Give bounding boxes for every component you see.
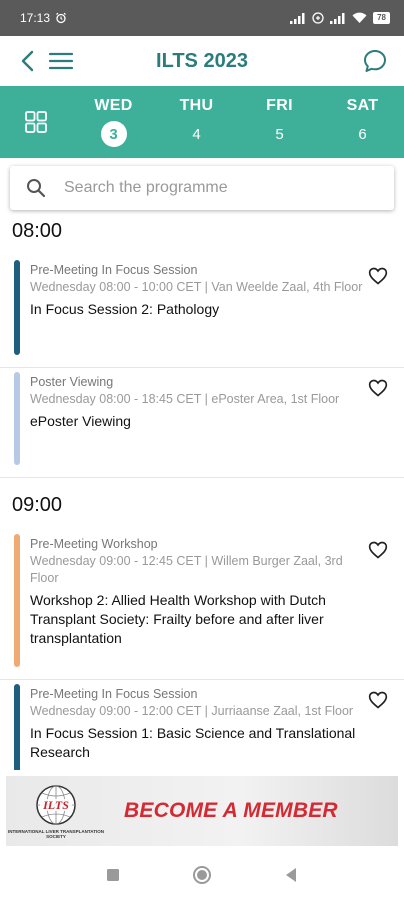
status-time: 17:13	[20, 11, 51, 25]
favorite-heart-icon[interactable]	[368, 690, 388, 710]
back-triangle-icon[interactable]	[284, 867, 298, 883]
session-type: Pre-Meeting In Focus Session	[30, 263, 198, 277]
tab-thu[interactable]: THU 4	[155, 86, 238, 158]
ilts-logo: ILTS INTERNATIONAL LIVER TRANSPLANTATION…	[6, 776, 106, 846]
tab-sat[interactable]: SAT 6	[321, 86, 404, 158]
session-meta: Wednesday 09:00 - 12:00 CET | Jurriaanse…	[30, 704, 354, 718]
session-card[interactable]: Poster Viewing Wednesday 08:00 - 18:45 C…	[0, 368, 404, 478]
session-type: Poster Viewing	[30, 375, 114, 389]
wifi-icon	[352, 12, 367, 23]
favorite-heart-icon[interactable]	[368, 266, 388, 286]
session-type: Pre-Meeting In Focus Session	[30, 687, 198, 701]
session-card[interactable]: Pre-Meeting In Focus Session Wednesday 0…	[0, 680, 404, 770]
session-type: Pre-Meeting Workshop	[30, 537, 158, 551]
system-nav-bar	[0, 850, 404, 900]
recents-square-icon[interactable]	[106, 868, 120, 882]
session-card[interactable]: Pre-Meeting Workshop Wednesday 09:00 - 1…	[0, 530, 404, 680]
session-title: Workshop 2: Allied Health Workshop with …	[30, 592, 326, 646]
banner-cta-text: BECOME A MEMBER	[124, 799, 338, 822]
battery-indicator: 78	[373, 12, 390, 24]
session-color-bar	[14, 684, 20, 770]
tab-day-date: 4	[192, 125, 201, 143]
status-bar: 17:13 78	[0, 0, 404, 36]
schedule-list: 08:00 Pre-Meeting In Focus Session Wedne…	[0, 212, 404, 770]
become-member-banner[interactable]: ILTS INTERNATIONAL LIVER TRANSPLANTATION…	[6, 776, 398, 846]
favorite-heart-icon[interactable]	[368, 540, 388, 560]
globe-logo-icon: ILTS	[36, 785, 76, 825]
logo-subtext: INTERNATIONAL LIVER TRANSPLANTATION SOCI…	[8, 829, 104, 839]
session-title: In Focus Session 2: Pathology	[30, 301, 220, 317]
session-title: In Focus Session 1: Basic Science and Tr…	[30, 725, 356, 760]
tab-fri[interactable]: FRI 5	[238, 86, 321, 158]
grid-view-button[interactable]	[0, 86, 72, 158]
session-meta: Wednesday 08:00 - 18:45 CET | ePoster Ar…	[30, 392, 340, 406]
chat-bubble-icon[interactable]	[362, 48, 388, 74]
tab-day-name: THU	[179, 97, 214, 114]
tab-day-name: WED	[94, 97, 133, 114]
signal-icon-2	[330, 12, 345, 24]
svg-text:ILTS: ILTS	[42, 798, 69, 812]
tab-day-date: 3	[100, 121, 127, 147]
day-tabs: WED 3 THU 4 FRI 5 SAT 6	[0, 86, 404, 158]
favorite-heart-icon[interactable]	[368, 378, 388, 398]
session-color-bar	[14, 534, 20, 667]
session-color-bar	[14, 260, 20, 355]
session-title: ePoster Viewing	[30, 413, 131, 429]
app-bar: ILTS 2023	[0, 36, 404, 86]
search-icon	[27, 179, 46, 198]
time-header: 09:00	[12, 494, 63, 516]
menu-icon[interactable]	[48, 51, 74, 71]
search-input[interactable]	[64, 179, 364, 197]
session-card[interactable]: Pre-Meeting In Focus Session Wednesday 0…	[0, 256, 404, 368]
tab-day-date: 6	[358, 125, 367, 143]
grid-icon	[25, 111, 47, 133]
search-bar	[10, 166, 394, 210]
data-saver-icon	[312, 12, 324, 24]
tab-wed[interactable]: WED 3	[72, 86, 155, 158]
session-meta: Wednesday 08:00 - 10:00 CET | Van Weelde…	[30, 280, 363, 294]
back-arrow-icon[interactable]	[20, 50, 36, 72]
session-meta: Wednesday 09:00 - 12:45 CET | Willem Bur…	[30, 554, 343, 585]
time-header: 08:00	[12, 220, 63, 242]
tab-day-name: FRI	[266, 97, 293, 114]
tab-day-name: SAT	[346, 97, 379, 114]
home-circle-icon[interactable]	[192, 865, 212, 885]
session-color-bar	[14, 372, 20, 465]
alarm-icon	[56, 12, 66, 24]
tab-day-date: 5	[275, 125, 284, 143]
signal-icon	[290, 12, 305, 24]
